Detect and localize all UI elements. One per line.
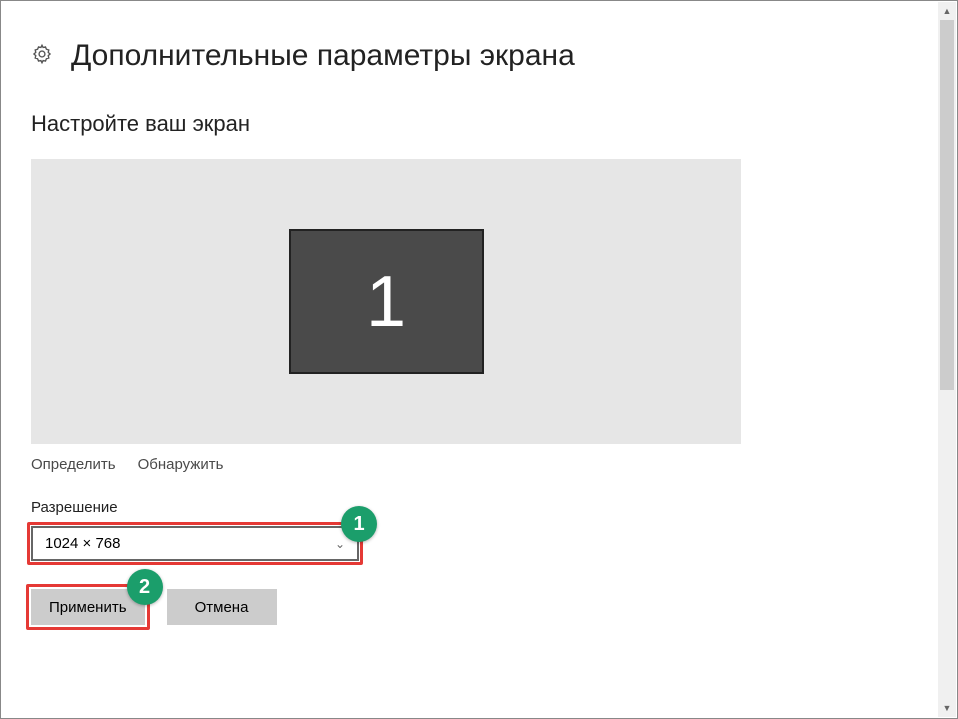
resolution-dropdown[interactable]: 1024 × 768 ⌄ xyxy=(31,526,359,561)
identify-link[interactable]: Определить xyxy=(31,456,116,473)
display-arrangement-area[interactable]: 1 xyxy=(31,159,741,444)
gear-icon xyxy=(31,43,53,70)
chevron-down-icon: ⌄ xyxy=(335,537,345,551)
detect-link[interactable]: Обнаружить xyxy=(138,456,224,473)
monitor-1[interactable]: 1 xyxy=(289,229,484,374)
vertical-scrollbar[interactable]: ▲ ▼ xyxy=(938,2,956,717)
annotation-callout-1: 1 xyxy=(341,506,377,542)
resolution-label: Разрешение xyxy=(31,499,927,516)
scroll-thumb[interactable] xyxy=(940,20,954,390)
section-title: Настройте ваш экран xyxy=(31,111,927,137)
resolution-value: 1024 × 768 xyxy=(45,535,121,552)
apply-button[interactable]: Применить xyxy=(31,589,145,625)
monitor-number: 1 xyxy=(366,261,406,343)
scroll-down-arrow-icon[interactable]: ▼ xyxy=(938,699,956,717)
page-title: Дополнительные параметры экрана xyxy=(71,39,575,73)
cancel-button[interactable]: Отмена xyxy=(167,589,277,625)
annotation-callout-2: 2 xyxy=(127,569,163,605)
scroll-up-arrow-icon[interactable]: ▲ xyxy=(938,2,956,20)
